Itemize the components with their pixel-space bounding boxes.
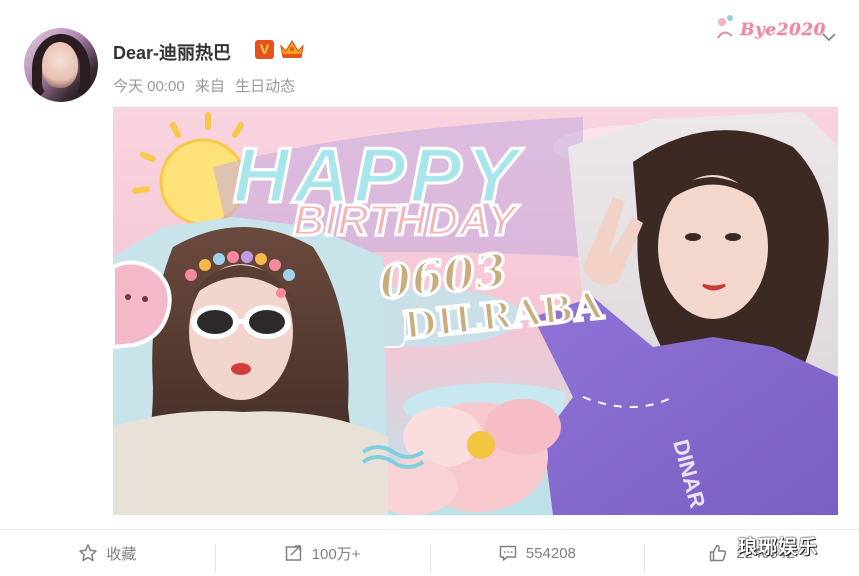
title-birthday: BIRTHDAY: [293, 196, 520, 245]
share-icon: [285, 545, 301, 561]
favorite-label: 收藏: [106, 545, 137, 563]
weibo-post: Dear-迪丽热巴 V 今天 00:00 来自 生日动态 Bye2020 DIN…: [0, 0, 859, 576]
comment-icon: [499, 545, 517, 561]
post-time: 今天 00:00: [113, 78, 185, 95]
comment-count: 554208: [525, 544, 576, 562]
post-meta: 今天 00:00 来自 生日动态: [113, 75, 301, 96]
avatar-face: [42, 42, 78, 88]
avatar[interactable]: [24, 28, 98, 102]
share-button[interactable]: 100万+: [214, 530, 430, 576]
chevron-down-icon[interactable]: [820, 30, 838, 44]
crown-icon: [280, 39, 304, 58]
decoration-icon: [717, 15, 733, 39]
favorite-button[interactable]: 收藏: [0, 530, 215, 576]
comment-button[interactable]: 554208: [429, 530, 645, 576]
star-icon: [79, 544, 98, 562]
birthday-poster-graphic: DINAR HAPPY BIRTHDAY 0603 DILRABA: [113, 107, 838, 515]
watermark: 琅琊娱乐: [738, 537, 819, 558]
share-count: 100万+: [311, 545, 361, 563]
card-decoration: Bye2020: [714, 10, 826, 46]
post-source[interactable]: 生日动态: [235, 78, 295, 95]
username[interactable]: Dear-迪丽热巴: [113, 39, 231, 65]
post-image[interactable]: DINAR HAPPY BIRTHDAY 0603 DILRABA: [113, 107, 838, 515]
source-prefix: 来自: [194, 78, 225, 95]
like-icon: [710, 544, 727, 562]
decoration-text: Bye2020: [740, 20, 826, 40]
action-bar: 收藏 100万+ 554208 2240542: [0, 530, 859, 576]
left-portrait-photo: [113, 217, 388, 515]
verified-badge-icon: V: [255, 40, 274, 59]
